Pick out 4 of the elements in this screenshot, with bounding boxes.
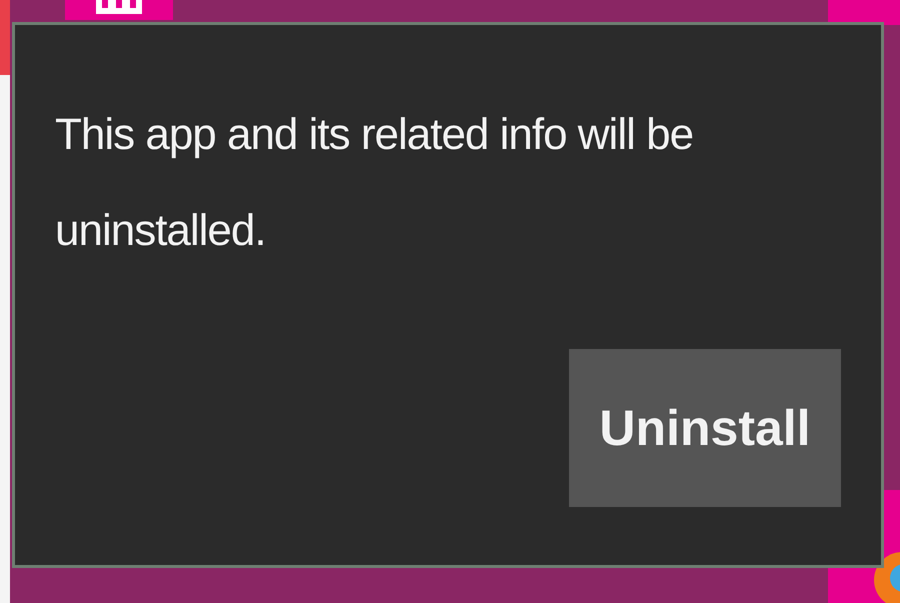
dialog-message: This app and its related info will be uninstalled. [55, 109, 694, 257]
app-tile[interactable] [828, 0, 900, 25]
uninstall-button[interactable]: Uninstall [569, 349, 841, 507]
tile-glyph-icon [96, 0, 142, 14]
